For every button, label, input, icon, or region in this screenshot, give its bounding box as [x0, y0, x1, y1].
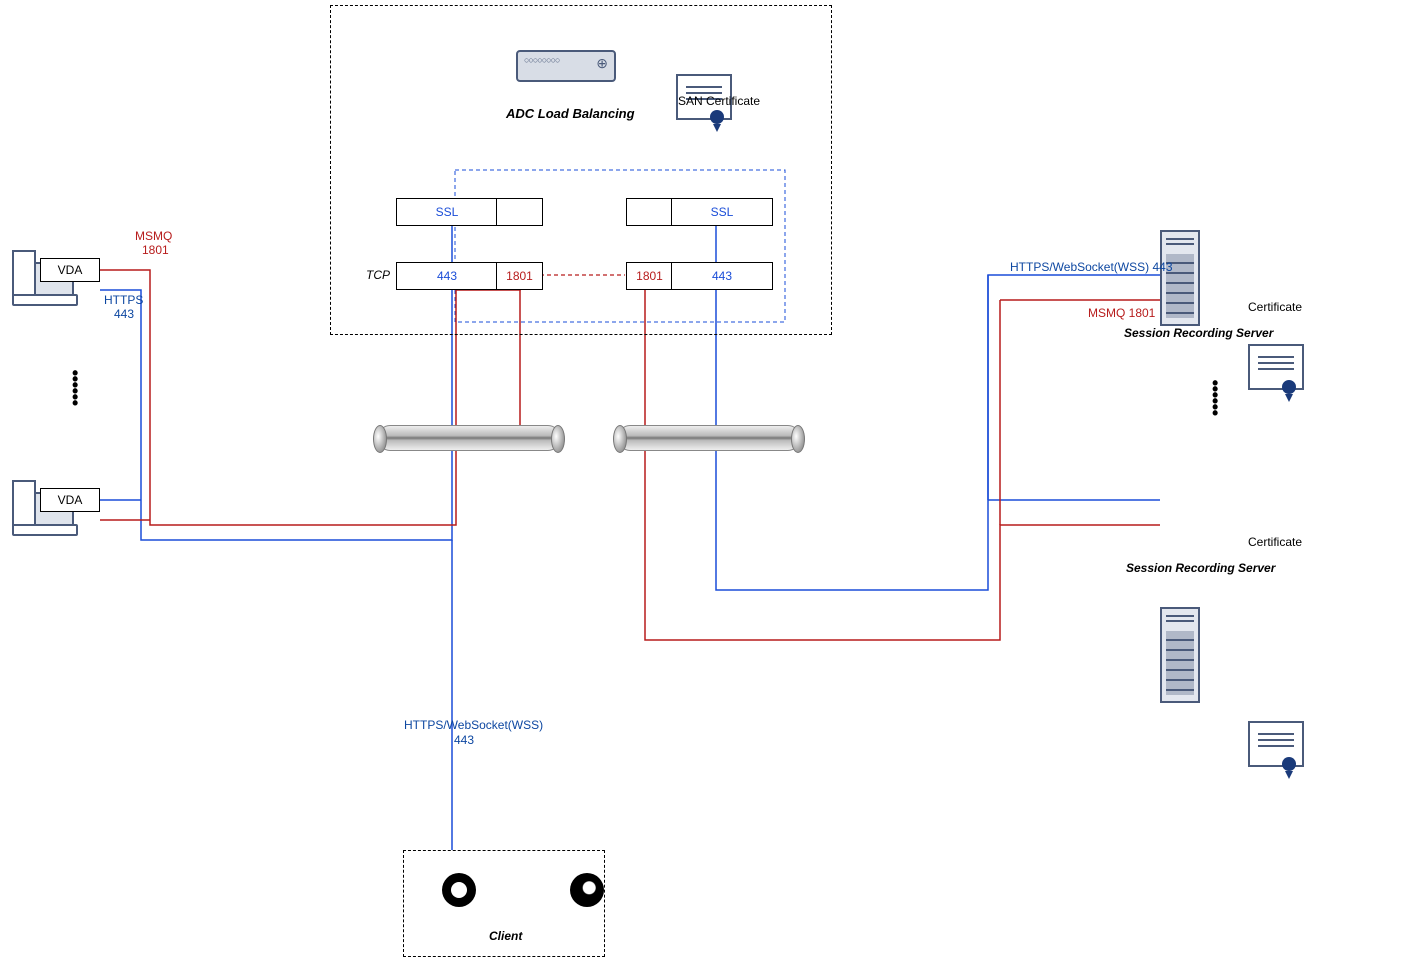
adc-load-balancing-container: SAN Certificate ADC Load Balancing SSL T…	[330, 5, 832, 335]
server-bottom-cert-icon	[1248, 721, 1304, 767]
client-container: Client	[403, 850, 605, 957]
vda-https-port: 443	[114, 307, 134, 321]
pipe-left	[378, 425, 560, 451]
vda-label-bottom: VDA	[40, 488, 100, 512]
adc-appliance-icon	[516, 50, 616, 82]
client-port-label: 443	[454, 733, 474, 747]
chrome-icon	[442, 873, 476, 907]
adc-right-ssl-empty	[626, 198, 673, 226]
vda-ellipsis: ••••••	[72, 370, 78, 406]
adc-right-443: 443	[671, 262, 773, 290]
adc-title: ADC Load Balancing	[506, 106, 635, 121]
adc-right-1801: 1801	[626, 262, 673, 290]
server-https-ws-label: HTTPS/WebSocket(WSS) 443	[1010, 260, 1173, 274]
server-bottom-cert-label: Certificate	[1248, 535, 1302, 549]
vda-https-label: HTTPS	[104, 293, 143, 307]
server-ellipsis: ••••••	[1212, 380, 1218, 416]
adc-tcp-label: TCP	[366, 268, 390, 282]
client-title: Client	[489, 929, 522, 943]
adc-left-ssl: SSL	[396, 198, 498, 226]
adc-left-1801: 1801	[496, 262, 543, 290]
server-bottom-icon	[1160, 607, 1200, 703]
adc-left-ssl-empty	[496, 198, 543, 226]
server-msmq-label: MSMQ 1801	[1088, 306, 1155, 320]
san-certificate-label: SAN Certificate	[678, 94, 760, 108]
server-top-title: Session Recording Server	[1124, 326, 1273, 340]
vda-msmq-label: MSMQ	[135, 229, 172, 243]
adc-left-443: 443	[396, 262, 498, 290]
server-top-cert-label: Certificate	[1248, 300, 1302, 314]
client-protocol-label: HTTPS/WebSocket(WSS)	[404, 718, 543, 732]
server-top-cert-icon	[1248, 344, 1304, 390]
vda-label-top: VDA	[40, 258, 100, 282]
adc-right-ssl: SSL	[671, 198, 773, 226]
pipe-right	[618, 425, 800, 451]
server-bottom-title: Session Recording Server	[1126, 561, 1275, 575]
firefox-icon	[570, 873, 604, 907]
vda-msmq-port: 1801	[142, 243, 169, 257]
server-top-icon	[1160, 230, 1200, 326]
